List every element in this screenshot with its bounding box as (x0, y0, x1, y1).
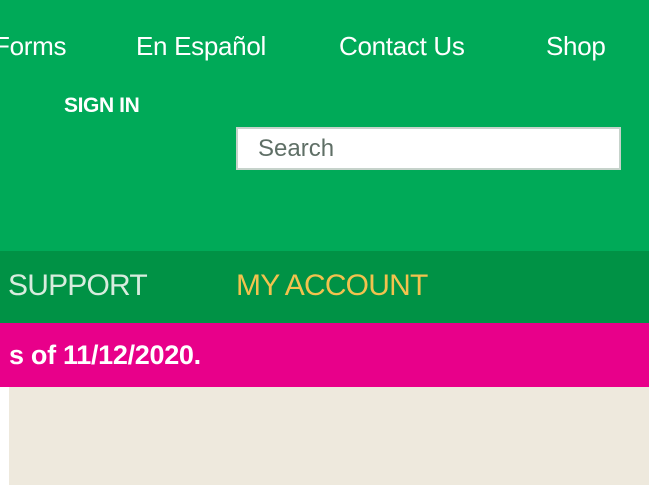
nav-my-account[interactable]: MY ACCOUNT (236, 266, 428, 306)
en-espanol-link[interactable]: En Español (136, 26, 266, 66)
nav-support[interactable]: SUPPORT (8, 266, 148, 306)
alert-message: s of 11/12/2020. (9, 340, 201, 370)
alert-banner: s of 11/12/2020. (0, 323, 649, 387)
shop-link[interactable]: Shop (546, 26, 606, 66)
site-header: Forms En Español Contact Us Shop SIGN IN (0, 0, 649, 251)
content-area (0, 387, 649, 485)
sign-in-link[interactable]: SIGN IN (64, 94, 140, 118)
forms-link[interactable]: Forms (0, 26, 66, 66)
content-panel (9, 387, 649, 485)
page: Forms En Español Contact Us Shop SIGN IN… (0, 0, 649, 485)
contact-us-link[interactable]: Contact Us (339, 26, 465, 66)
search-input[interactable] (236, 127, 621, 170)
main-navigation: SUPPORT MY ACCOUNT (0, 251, 649, 323)
utility-links: Forms En Español Contact Us Shop (0, 26, 649, 66)
